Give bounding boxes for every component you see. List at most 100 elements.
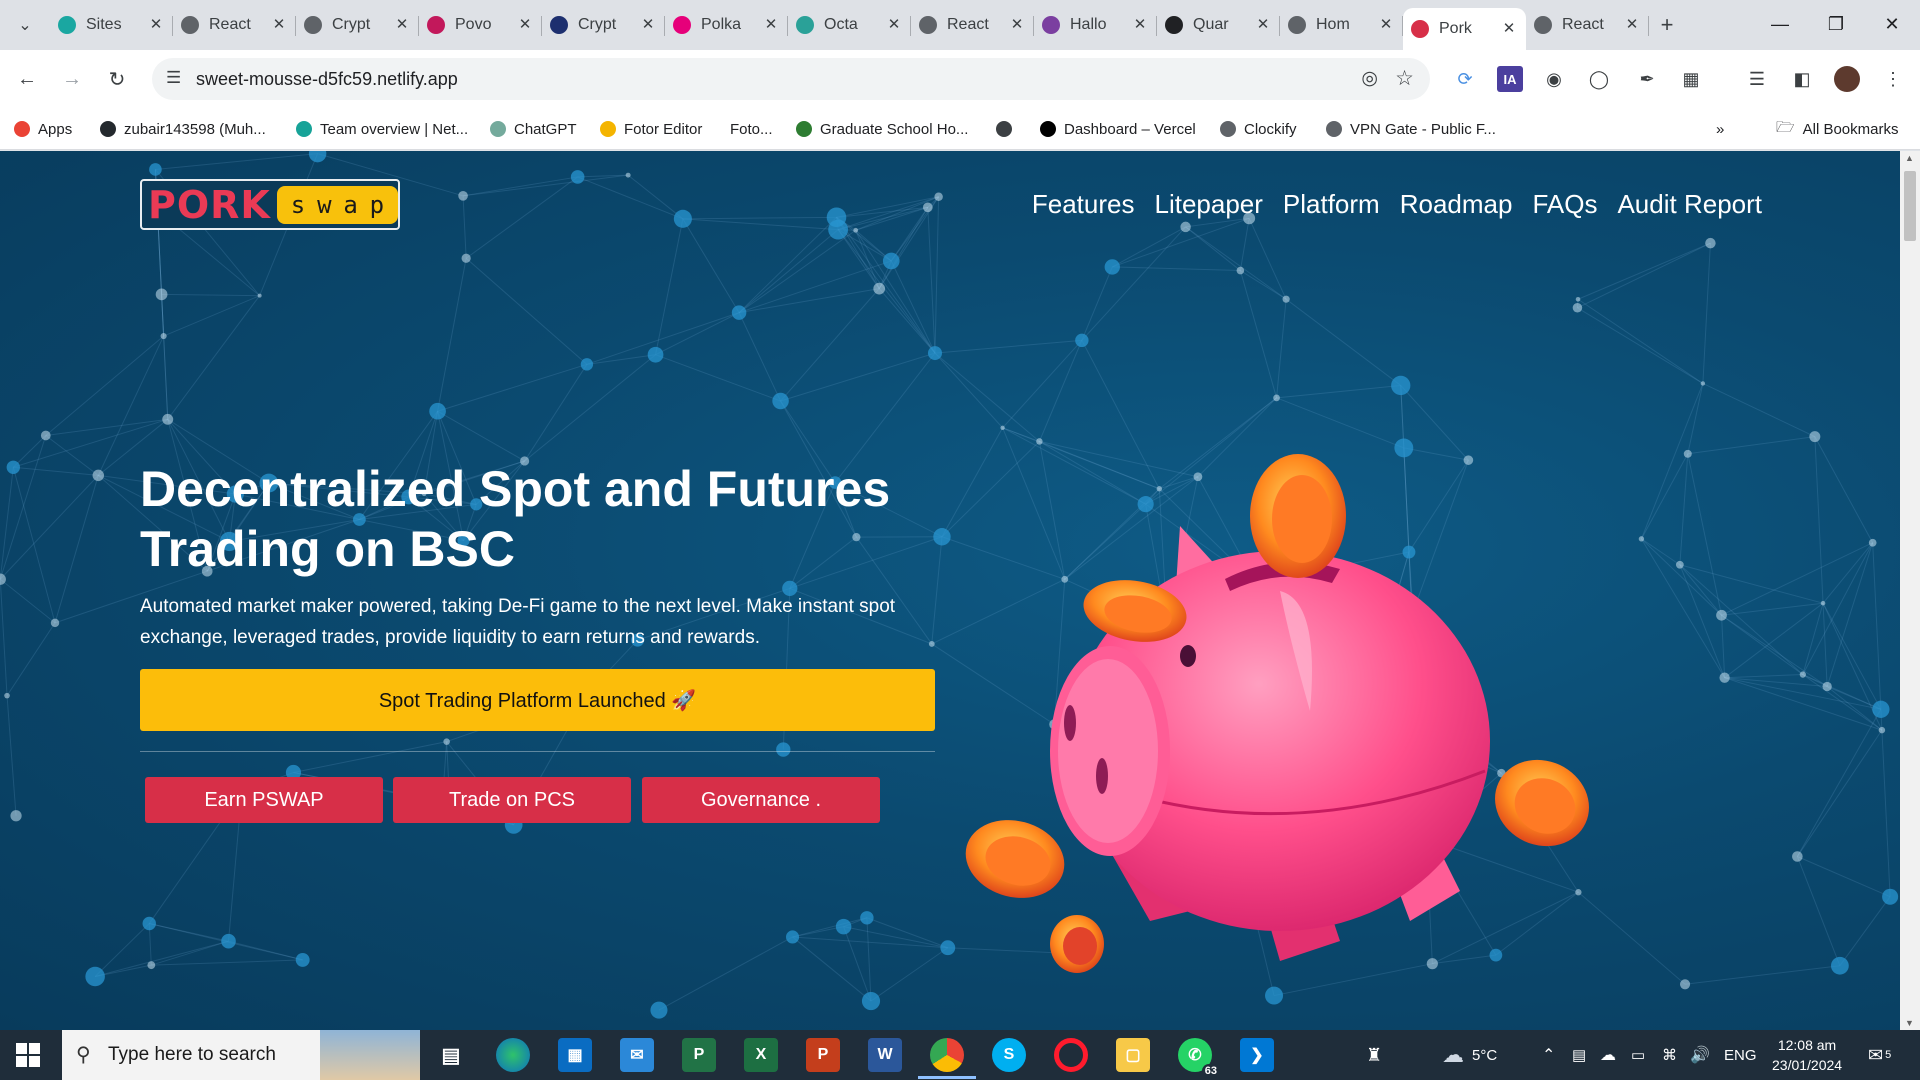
browser-tab[interactable]: React ✕ [173, 8, 296, 42]
vscode-icon[interactable]: ❯ [1240, 1038, 1274, 1072]
site-info-icon[interactable]: ☰ [166, 68, 181, 88]
tab-search-button[interactable]: ⌄ [10, 10, 40, 40]
windows-start-icon[interactable] [16, 1043, 40, 1067]
media-control-icon[interactable]: ☰ [1744, 66, 1770, 92]
tab-close-icon[interactable]: ✕ [1008, 16, 1026, 34]
browser-tab[interactable]: Polka ✕ [665, 8, 788, 42]
browser-tab[interactable]: React ✕ [911, 8, 1034, 42]
wifi-icon[interactable]: ⌘ [1662, 1030, 1677, 1080]
nav-litepaper[interactable]: Litepaper [1154, 189, 1262, 220]
onedrive-icon[interactable]: ☁ [1600, 1030, 1616, 1080]
chrome-icon[interactable] [930, 1038, 964, 1072]
meet-icon[interactable]: ▤ [1572, 1030, 1586, 1080]
browser-tab[interactable]: React ✕ [1526, 8, 1649, 42]
language-indicator[interactable]: ENG [1724, 1030, 1757, 1080]
excel-icon[interactable]: X [744, 1038, 778, 1072]
bookmarks-overflow-icon[interactable]: » [1716, 118, 1724, 140]
eyedropper-icon[interactable]: ✒ [1634, 66, 1660, 92]
minimize-button[interactable]: — [1752, 0, 1808, 48]
bookmark-item[interactable] [996, 118, 1020, 140]
skype-icon[interactable]: S [992, 1038, 1026, 1072]
nav-faqs[interactable]: FAQs [1532, 189, 1597, 220]
browser-tab[interactable]: Sites ✕ [50, 8, 173, 42]
nav-platform[interactable]: Platform [1283, 189, 1380, 220]
bookmark-item[interactable]: Apps [14, 118, 72, 140]
volume-icon[interactable]: 🔊 [1690, 1030, 1710, 1080]
tab-close-icon[interactable]: ✕ [393, 16, 411, 34]
trade-on-pcs-button[interactable]: Trade on PCS [393, 777, 631, 823]
file-explorer-icon[interactable]: ▢ [1116, 1038, 1150, 1072]
all-bookmarks-button[interactable]: 🗁 All Bookmarks [1776, 118, 1898, 140]
tab-close-icon[interactable]: ✕ [516, 16, 534, 34]
store-icon[interactable]: ▦ [558, 1038, 592, 1072]
eye-off-icon[interactable]: ◎ [1361, 67, 1378, 90]
close-window-button[interactable]: ✕ [1864, 0, 1920, 48]
browser-tab[interactable]: Povo ✕ [419, 8, 542, 42]
nav-roadmap[interactable]: Roadmap [1400, 189, 1513, 220]
browser-tab[interactable]: Crypt ✕ [542, 8, 665, 42]
bookmark-item[interactable]: Dashboard – Vercel [1040, 118, 1196, 140]
bookmark-item[interactable]: Graduate School Ho... [796, 118, 968, 140]
tab-close-icon[interactable]: ✕ [1623, 16, 1641, 34]
task-view-icon[interactable]: ▤ [434, 1038, 468, 1072]
spot-trading-button[interactable]: Spot Trading Platform Launched 🚀 [140, 669, 935, 731]
browser-tab[interactable]: Pork ✕ [1403, 8, 1526, 50]
porkswap-logo[interactable]: PORK s w a p [140, 179, 400, 230]
nav-audit-report[interactable]: Audit Report [1617, 189, 1762, 220]
tab-close-icon[interactable]: ✕ [1254, 16, 1272, 34]
people-icon[interactable]: ♜ [1366, 1030, 1382, 1080]
edge-icon[interactable] [496, 1038, 530, 1072]
mail-icon[interactable]: ✉ [620, 1038, 654, 1072]
extension-sync-icon[interactable]: ⟳ [1452, 66, 1478, 92]
governance-button[interactable]: Governance . [642, 777, 880, 823]
tab-close-icon[interactable]: ✕ [885, 16, 903, 34]
tab-close-icon[interactable]: ✕ [270, 16, 288, 34]
browser-tab[interactable]: Quar ✕ [1157, 8, 1280, 42]
new-tab-button[interactable]: + [1649, 8, 1685, 42]
forward-button[interactable]: → [55, 62, 89, 96]
tab-close-icon[interactable]: ✕ [1500, 20, 1518, 38]
browser-tab[interactable]: Hallo ✕ [1034, 8, 1157, 42]
earn-pswap-button[interactable]: Earn PSWAP [145, 777, 383, 823]
bookmark-item[interactable]: VPN Gate - Public F... [1326, 118, 1496, 140]
tab-close-icon[interactable]: ✕ [1377, 16, 1395, 34]
browser-tab[interactable]: Crypt ✕ [296, 8, 419, 42]
side-panel-icon[interactable]: ◧ [1789, 66, 1815, 92]
restore-button[interactable]: ❐ [1808, 0, 1864, 48]
scrollbar-thumb[interactable] [1904, 171, 1916, 241]
bookmark-item[interactable]: Clockify [1220, 118, 1297, 140]
profile-avatar[interactable] [1834, 66, 1860, 92]
kebab-menu-icon[interactable]: ⋮ [1880, 66, 1906, 92]
browser-tab[interactable]: Hom ✕ [1280, 8, 1403, 42]
bookmark-item[interactable]: zubair143598 (Muh... [100, 118, 266, 140]
project-icon[interactable]: P [682, 1038, 716, 1072]
reload-button[interactable]: ↻ [100, 62, 134, 96]
tab-close-icon[interactable]: ✕ [147, 16, 165, 34]
tab-close-icon[interactable]: ✕ [639, 16, 657, 34]
back-button[interactable]: ← [10, 62, 44, 96]
opera-icon[interactable] [1054, 1038, 1088, 1072]
whatsapp-icon[interactable]: ✆ 63 [1178, 1038, 1220, 1078]
address-bar[interactable]: ☰ sweet-mousse-d5fc59.netlify.app ◎ ☆ [152, 58, 1430, 100]
ia-extension-icon[interactable]: IA [1497, 66, 1523, 92]
browser-tab[interactable]: Octa ✕ [788, 8, 911, 42]
word-icon[interactable]: W [868, 1038, 902, 1072]
bookmark-item[interactable]: Team overview | Net... [296, 118, 468, 140]
powerpoint-icon[interactable]: P [806, 1038, 840, 1072]
bookmark-item[interactable]: Fotor Editor [600, 118, 702, 140]
scroll-up-icon[interactable]: ▲ [1905, 153, 1914, 163]
battery-icon[interactable]: ▭ [1631, 1030, 1645, 1080]
extensions-puzzle-icon[interactable]: ▦ [1678, 66, 1704, 92]
page-scrollbar[interactable]: ▲ ▼ [1900, 151, 1920, 1030]
nav-features[interactable]: Features [1032, 189, 1135, 220]
bookmark-item[interactable]: Foto... [730, 118, 773, 140]
tab-close-icon[interactable]: ✕ [762, 16, 780, 34]
weather-widget[interactable]: ☁ 5°C [1442, 1030, 1497, 1080]
taskbar-search-box[interactable]: ⚲ Type here to search [62, 1030, 420, 1080]
extension-circle-icon[interactable]: ◯ [1586, 66, 1612, 92]
show-hidden-icons[interactable]: ⌃ [1542, 1030, 1555, 1080]
scroll-down-icon[interactable]: ▼ [1905, 1018, 1914, 1028]
bookmark-item[interactable]: ChatGPT [490, 118, 577, 140]
tab-close-icon[interactable]: ✕ [1131, 16, 1149, 34]
notification-icon[interactable]: ✉ 5 [1868, 1030, 1891, 1080]
